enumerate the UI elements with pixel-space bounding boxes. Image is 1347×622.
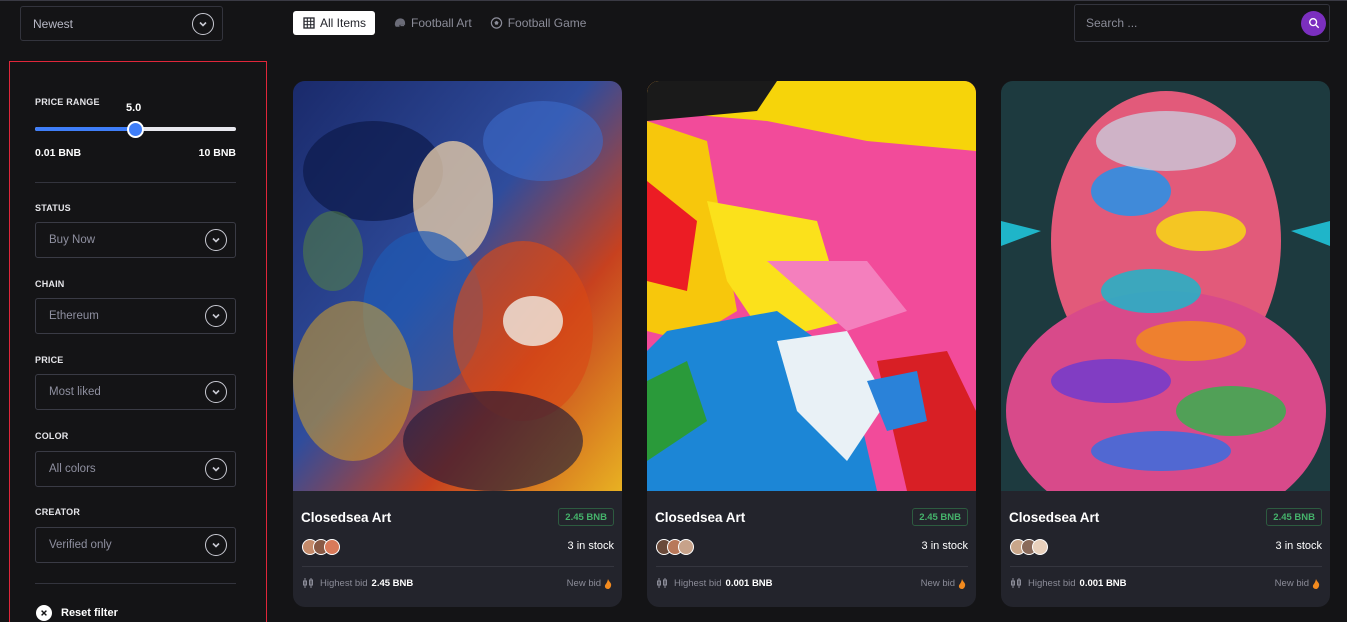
stock-count: 3 in stock (567, 540, 614, 552)
creator-dropdown[interactable]: Verified only (35, 527, 236, 563)
price-badge: 2.45 BNB (558, 508, 614, 526)
avatar[interactable] (1032, 539, 1048, 555)
category-tabs: All Items Football Art Football Game (293, 11, 604, 35)
slider-fill (35, 127, 136, 131)
nft-artwork-image (293, 81, 622, 491)
chevron-down-icon (192, 12, 214, 35)
stock-count: 3 in stock (921, 540, 968, 552)
tab-label: Football Art (411, 16, 472, 30)
fire-icon (1312, 578, 1320, 589)
price-badge: 2.45 BNB (912, 508, 968, 526)
chain-selected: Ethereum (49, 310, 99, 322)
chain-label: CHAIN (35, 279, 65, 289)
fire-icon (604, 578, 612, 589)
price-range-slider[interactable] (35, 121, 236, 138)
bid-label: Highest bid (674, 577, 722, 589)
new-bid-link[interactable]: New bid (921, 578, 966, 589)
avatar[interactable] (324, 539, 340, 555)
tab-football-game[interactable]: Football Game (490, 11, 587, 35)
chevron-down-icon (205, 458, 227, 480)
football-helmet-icon (393, 17, 406, 30)
highest-bid: Highest bid 0.001 BNB (656, 577, 773, 589)
card-title: Closedsea Art (655, 510, 746, 525)
slider-thumb[interactable] (127, 121, 145, 138)
highest-bid: Highest bid 0.001 BNB (1010, 577, 1127, 589)
highest-bid: Highest bid 2.45 BNB (302, 577, 413, 589)
bid-value: 0.001 BNB (1079, 577, 1127, 589)
card-title: Closedsea Art (1009, 510, 1100, 525)
price-range-max: 10 BNB (198, 147, 236, 159)
status-label: STATUS (35, 203, 71, 213)
chevron-down-icon (205, 305, 227, 327)
search-box (1074, 4, 1330, 42)
close-icon (36, 605, 52, 621)
color-dropdown[interactable]: All colors (35, 451, 236, 487)
soccer-ball-icon (490, 17, 503, 30)
bid-label: Highest bid (1028, 577, 1076, 589)
price-label: PRICE (35, 355, 64, 365)
chevron-down-icon (205, 229, 227, 251)
nft-card[interactable]: Closedsea Art 2.45 BNB 3 in stock Highes… (293, 81, 622, 607)
creator-avatars (656, 539, 694, 555)
price-dropdown[interactable]: Most liked (35, 374, 236, 410)
status-selected: Buy Now (49, 234, 96, 246)
reset-filter-label: Reset filter (61, 607, 118, 619)
nft-artwork-image (1001, 81, 1330, 491)
sort-selected-value: Newest (33, 16, 74, 31)
candlestick-icon (657, 578, 667, 588)
nft-card[interactable]: Closedsea Art 2.45 BNB 3 in stock Highes… (1001, 81, 1330, 607)
price-range-label: PRICE RANGE (35, 97, 100, 107)
tab-label: All Items (320, 16, 367, 30)
new-bid-label: New bid (566, 578, 601, 589)
nft-card[interactable]: Closedsea Art 2.45 BNB 3 in stock Highes… (647, 81, 976, 607)
status-dropdown[interactable]: Buy Now (35, 222, 236, 258)
price-selected: Most liked (49, 386, 101, 398)
sort-dropdown[interactable]: Newest (20, 6, 223, 41)
divider (35, 182, 236, 183)
price-range-min: 0.01 BNB (35, 147, 82, 159)
new-bid-label: New bid (920, 578, 955, 589)
price-range-value: 5.0 (126, 102, 142, 114)
divider (35, 583, 236, 584)
reset-filter-button[interactable]: Reset filter (36, 605, 118, 621)
filters-panel: PRICE RANGE 5.0 0.01 BNB 10 BNB STATUS B… (9, 61, 267, 622)
bid-value: 0.001 BNB (725, 577, 773, 589)
creator-avatars (1010, 539, 1048, 555)
chevron-down-icon (205, 381, 227, 403)
chevron-down-icon (205, 534, 227, 556)
color-label: COLOR (35, 431, 69, 441)
divider (1010, 566, 1322, 567)
bid-value: 2.45 BNB (371, 577, 414, 589)
tab-football-art[interactable]: Football Art (393, 11, 472, 35)
candlestick-icon (1011, 578, 1021, 588)
divider (302, 566, 614, 567)
bid-label: Highest bid (320, 577, 368, 589)
creator-selected: Verified only (49, 539, 112, 551)
fire-icon (958, 578, 966, 589)
new-bid-label: New bid (1274, 578, 1309, 589)
tab-all-items[interactable]: All Items (293, 11, 376, 35)
card-title: Closedsea Art (301, 510, 392, 525)
price-badge: 2.45 BNB (1266, 508, 1322, 526)
search-input[interactable] (1086, 16, 1276, 30)
new-bid-link[interactable]: New bid (1275, 578, 1320, 589)
chain-dropdown[interactable]: Ethereum (35, 298, 236, 334)
stock-count: 3 in stock (1275, 540, 1322, 552)
tab-label: Football Game (507, 16, 587, 30)
color-selected: All colors (49, 463, 96, 475)
search-button[interactable] (1301, 10, 1326, 36)
creator-avatars (302, 539, 340, 555)
divider (656, 566, 968, 567)
avatar[interactable] (678, 539, 694, 555)
nft-artwork-image (647, 81, 976, 491)
grid-icon (302, 17, 315, 30)
creator-label: CREATOR (35, 507, 81, 517)
new-bid-link[interactable]: New bid (567, 578, 612, 589)
search-icon (1308, 18, 1319, 29)
candlestick-icon (303, 578, 313, 588)
top-border (0, 0, 1347, 1)
